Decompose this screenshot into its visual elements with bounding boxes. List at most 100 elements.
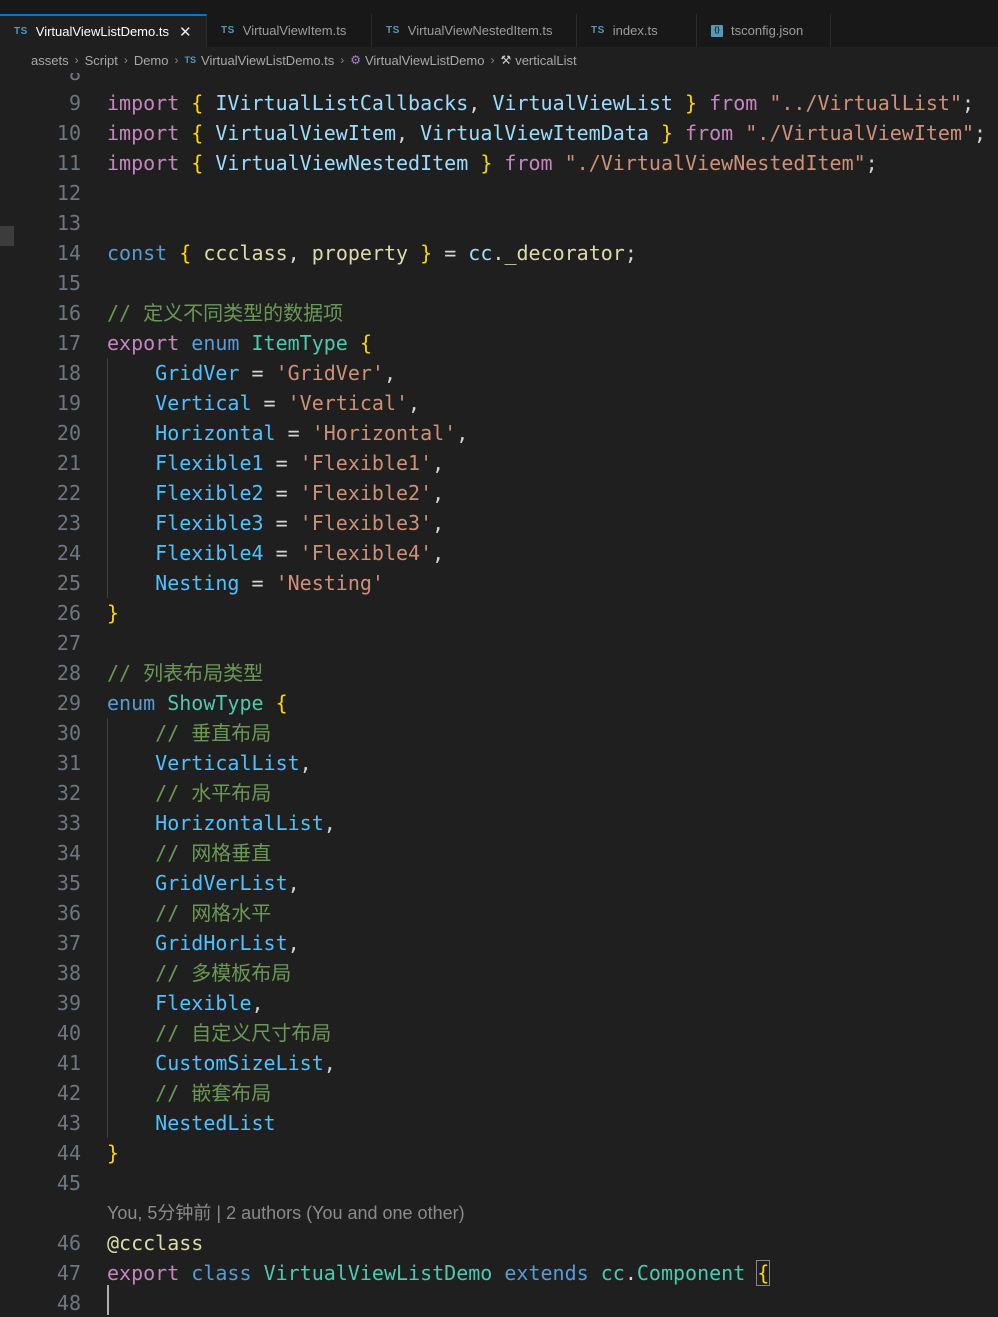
code-line: 26} (0, 598, 998, 628)
code-line: 13 (0, 208, 998, 238)
line-number: 47 (56, 1261, 81, 1285)
breadcrumb-item[interactable]: VirtualViewListDemo.ts (201, 53, 334, 68)
code-line: 18 GridVer = 'GridVer', (0, 358, 998, 388)
code-text[interactable]: // 网格垂直 (107, 838, 271, 868)
line-number: 10 (56, 121, 81, 145)
line-number: 45 (56, 1171, 81, 1195)
close-icon[interactable]: ✕ (179, 23, 192, 41)
code-text[interactable]: // 列表布局类型 (107, 658, 263, 688)
code-text[interactable]: import { VirtualViewItem, VirtualViewIte… (107, 118, 986, 148)
breadcrumb-item[interactable]: verticalList (515, 53, 576, 68)
code-text[interactable]: import { IVirtualListCallbacks, VirtualV… (107, 88, 974, 118)
code-text[interactable]: // 垂直布局 (107, 718, 271, 748)
line-number: 15 (56, 271, 81, 295)
line-number: 20 (56, 421, 81, 445)
code-text[interactable]: // 嵌套布局 (107, 1078, 271, 1108)
code-text[interactable]: enum ShowType { (107, 688, 288, 718)
code-line: 15 (0, 268, 998, 298)
code-token: cc (468, 241, 493, 265)
code-line: 33 HorizontalList, (0, 808, 998, 838)
code-text[interactable]: export class VirtualViewListDemo extends… (107, 1258, 771, 1288)
git-blame-codelens[interactable]: You, 5分钟前 | 2 authors (You and one other… (107, 1198, 465, 1228)
code-token: = (263, 511, 300, 535)
code-token: , (251, 991, 264, 1015)
code-text[interactable]: } (107, 598, 119, 628)
code-line: 25 Nesting = 'Nesting' (0, 568, 998, 598)
tab-virtualviewlistdemo-ts[interactable]: TS VirtualViewListDemo.ts ✕ (0, 14, 207, 47)
code-token: "./VirtualViewItem" (745, 121, 975, 145)
class-symbol-icon: ⚙ (350, 53, 361, 67)
code-text[interactable]: export enum ItemType { (107, 328, 372, 358)
code-text[interactable]: GridVerList, (107, 868, 300, 898)
code-token: class (191, 1261, 252, 1285)
code-text[interactable]: // 多模板布局 (107, 958, 291, 988)
code-text[interactable]: // 定义不同类型的数据项 (107, 298, 343, 328)
code-text[interactable]: GridVer = 'GridVer', (107, 358, 396, 388)
breadcrumb-item[interactable]: Script (85, 53, 118, 68)
tab-virtualviewitem-ts[interactable]: TS VirtualViewItem.ts (207, 14, 372, 47)
code-token: ; (624, 241, 637, 265)
code-line: 29 enum ShowType { (0, 688, 998, 718)
line-number: 8 (68, 73, 81, 85)
code-token: { (191, 91, 204, 115)
code-token: , (323, 1051, 336, 1075)
code-text[interactable]: Flexible, (107, 988, 264, 1018)
code-text[interactable]: Flexible1 = 'Flexible1', (107, 448, 444, 478)
code-text[interactable]: CustomSizeList, (107, 1048, 336, 1078)
code-token: } (107, 601, 120, 625)
line-number: 32 (56, 781, 81, 805)
code-text[interactable]: Nesting = 'Nesting' (107, 568, 384, 598)
code-text[interactable]: HorizontalList, (107, 808, 336, 838)
code-token: Flexible1 (155, 451, 264, 475)
code-token: } (685, 91, 698, 115)
code-text[interactable]: // 自定义尺寸布局 (107, 1018, 331, 1048)
code-token: = (263, 541, 300, 565)
code-token: } (107, 1141, 120, 1165)
tab-virtualviewnesteditem-ts[interactable]: TS VirtualViewNestedItem.ts (372, 14, 577, 47)
code-text[interactable]: // 网格水平 (107, 898, 271, 928)
line-number: 22 (56, 481, 81, 505)
breadcrumb-item[interactable]: Demo (134, 53, 169, 68)
line-number: 18 (56, 361, 81, 385)
code-text[interactable]: Flexible4 = 'Flexible4', (107, 538, 444, 568)
tab-index-ts[interactable]: TS index.ts (577, 14, 697, 47)
tab-tsconfig-json[interactable]: {} tsconfig.json (697, 14, 831, 47)
code-token: export (107, 331, 180, 355)
code-text[interactable]: GridHorList, (107, 928, 300, 958)
code-token: = (251, 391, 288, 415)
code-token: // 嵌套布局 (155, 1081, 272, 1105)
code-text[interactable]: const { ccclass, property } = cc._decora… (107, 238, 637, 268)
code-text[interactable]: import { VirtualViewNestedItem } from ".… (107, 148, 878, 178)
code-token: , (432, 451, 445, 475)
code-text[interactable]: @ccclass (107, 1228, 203, 1258)
code-editor[interactable]: 8 9 import { IVirtualListCallbacks, Virtua… (0, 73, 998, 1317)
code-text[interactable]: } (107, 1138, 119, 1168)
code-token: // 网格水平 (155, 901, 272, 925)
code-text[interactable]: VerticalList, (107, 748, 312, 778)
code-line: 39 Flexible, (0, 988, 998, 1018)
code-text[interactable]: Flexible2 = 'Flexible2', (107, 478, 444, 508)
code-text[interactable]: Horizontal = 'Horizontal', (107, 418, 468, 448)
code-token: "../VirtualList" (769, 91, 962, 115)
breadcrumb-item[interactable]: assets (31, 53, 69, 68)
code-line: 27 (0, 628, 998, 658)
code-text[interactable]: // 水平布局 (107, 778, 271, 808)
code-token: 'Nesting' (275, 571, 384, 595)
code-text[interactable]: NestedList (107, 1108, 275, 1138)
line-number: 33 (56, 811, 81, 835)
code-text[interactable]: Flexible3 = 'Flexible3', (107, 508, 444, 538)
breadcrumb-item[interactable]: VirtualViewListDemo (365, 53, 484, 68)
typescript-file-icon: TS (591, 25, 605, 36)
code-text[interactable]: Vertical = 'Vertical', (107, 388, 420, 418)
code-line: 36 // 网格水平 (0, 898, 998, 928)
